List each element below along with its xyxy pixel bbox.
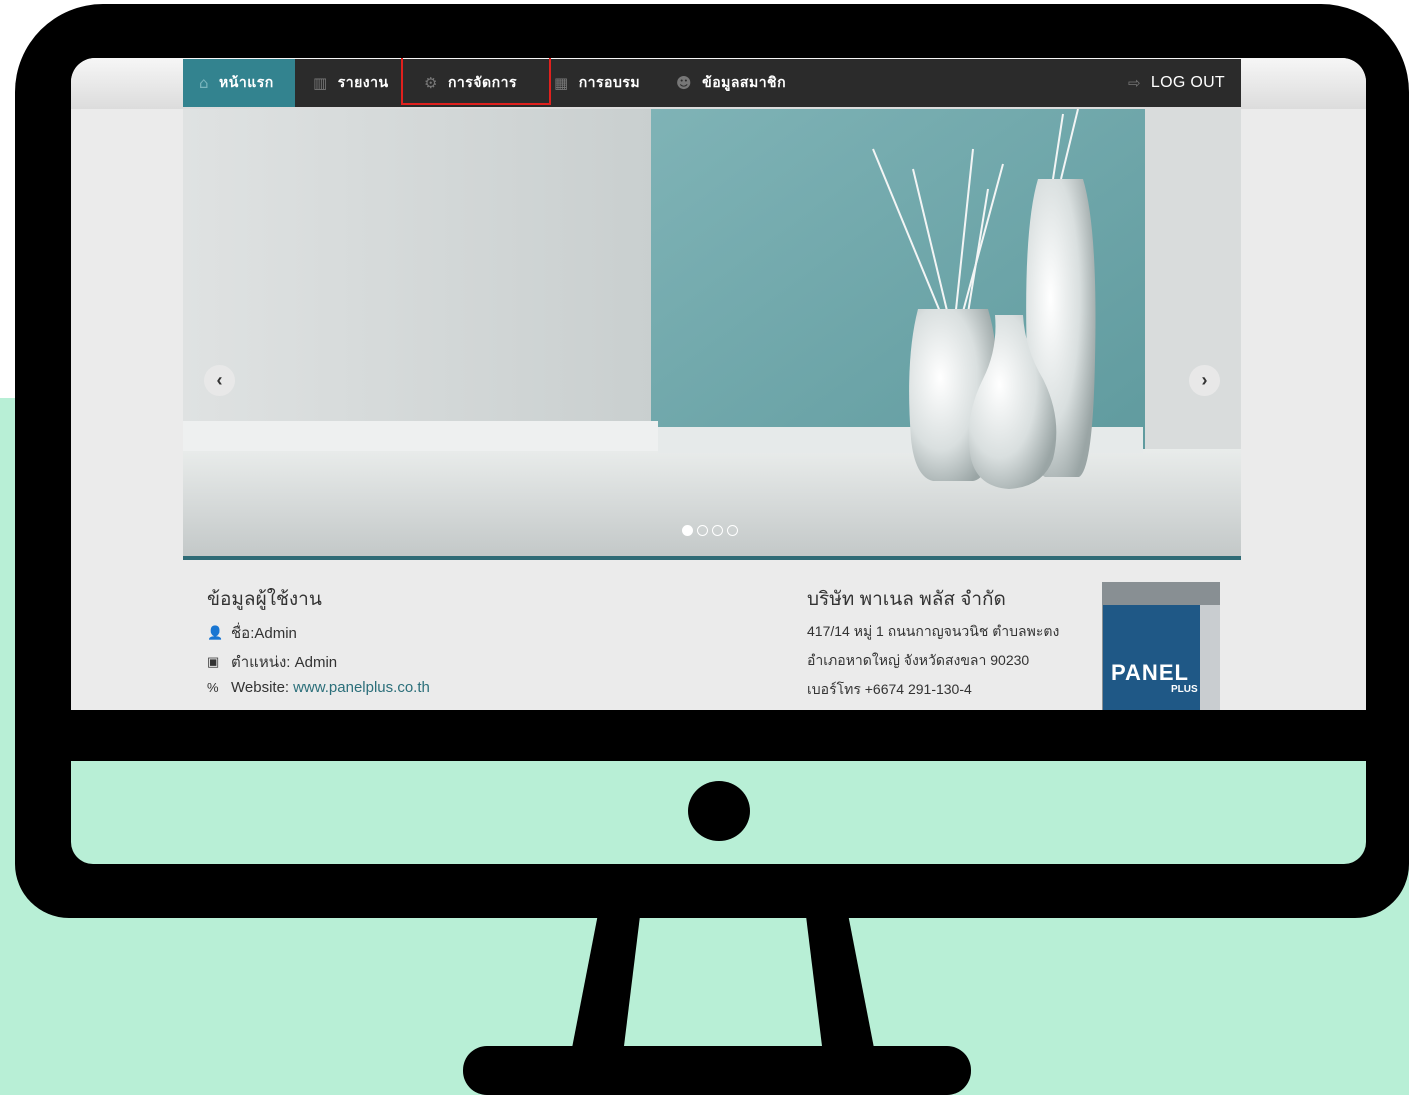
- company-address-1: 417/14 หมู่ 1 ถนนกาญจนวนิช ตำบลพะตง: [807, 623, 1060, 639]
- user-name-row: 👤 ชื่อ:Admin: [207, 621, 297, 645]
- nav-logout-label: LOG OUT: [1150, 74, 1225, 91]
- image-carousel: ‹ ›: [183, 109, 1241, 557]
- carousel-dot-1[interactable]: [682, 525, 693, 536]
- monitor-screen: ⌂ หน้าแรก ▥ รายงาน ⚙ การจัดการ ▦ การอบรม…: [71, 58, 1366, 710]
- user-position: ตำแหน่ง: Admin: [231, 654, 338, 671]
- chevron-right-icon: ›: [1201, 370, 1208, 390]
- company-address-2: อำเภอหาดใหญ่ จังหวัดสงขลา 90230: [807, 652, 1030, 668]
- briefcase-icon: ▣: [207, 654, 220, 669]
- website-label: Website:: [231, 679, 290, 696]
- chevron-left-icon: ‹: [216, 370, 223, 390]
- carousel-dot-2[interactable]: [697, 525, 708, 536]
- user-name: ชื่อ:Admin: [231, 625, 297, 642]
- user-position-row: ▣ ตำแหน่ง: Admin: [207, 650, 337, 674]
- sign-out-icon: ⇨: [1128, 75, 1141, 92]
- nav-training[interactable]: ▦ การอบรม: [554, 59, 640, 107]
- nav-reports[interactable]: ▥ รายงาน: [313, 59, 389, 107]
- logo-text: PANEL: [1111, 660, 1189, 685]
- nav-logout[interactable]: ⇨ LOG OUT: [1128, 59, 1225, 107]
- user-icon: 👤: [207, 625, 224, 640]
- info-section: ข้อมูลผู้ใช้งาน 👤 ชื่อ:Admin ▣ ตำแหน่ง: …: [183, 560, 1241, 710]
- website-row: % Website: www.panelplus.co.th: [207, 679, 430, 696]
- nav-manage-highlight: [401, 58, 551, 105]
- company-phone: เบอร์โทร +6674 291-130-4: [807, 681, 972, 697]
- users-icon: ☻: [676, 74, 693, 92]
- slide-image: [183, 109, 1241, 557]
- nav-members[interactable]: ☻ ข้อมูลสมาชิก: [676, 59, 786, 107]
- nav-members-label: ข้อมูลสมาชิก: [702, 75, 787, 91]
- logo-sub: PLUS: [1171, 684, 1198, 695]
- link-icon: %: [207, 680, 219, 695]
- carousel-dot-3[interactable]: [712, 525, 723, 536]
- company-title: บริษัท พาเนล พลัส จำกัด: [807, 589, 1006, 610]
- monitor-logo-dot: [688, 781, 750, 841]
- website-link[interactable]: www.panelplus.co.th: [293, 679, 430, 696]
- user-info-title: ข้อมูลผู้ใช้งาน: [207, 589, 322, 610]
- nav-home-label: หน้าแรก: [219, 75, 274, 91]
- bar-chart-icon: ▥: [313, 74, 328, 92]
- nav-home[interactable]: ⌂ หน้าแรก: [183, 59, 295, 107]
- nav-training-label: การอบรม: [578, 75, 641, 91]
- carousel-next-button[interactable]: ›: [1189, 365, 1220, 396]
- nav-reports-label: รายงาน: [337, 75, 389, 91]
- calendar-icon: ▦: [554, 74, 569, 92]
- carousel-dot-4[interactable]: [727, 525, 738, 536]
- logo-edge: [1200, 605, 1220, 710]
- top-navbar: ⌂ หน้าแรก ▥ รายงาน ⚙ การจัดการ ▦ การอบรม…: [183, 58, 1241, 107]
- carousel-indicators: [682, 525, 738, 536]
- carousel-prev-button[interactable]: ‹: [204, 365, 235, 396]
- home-icon: ⌂: [199, 74, 210, 92]
